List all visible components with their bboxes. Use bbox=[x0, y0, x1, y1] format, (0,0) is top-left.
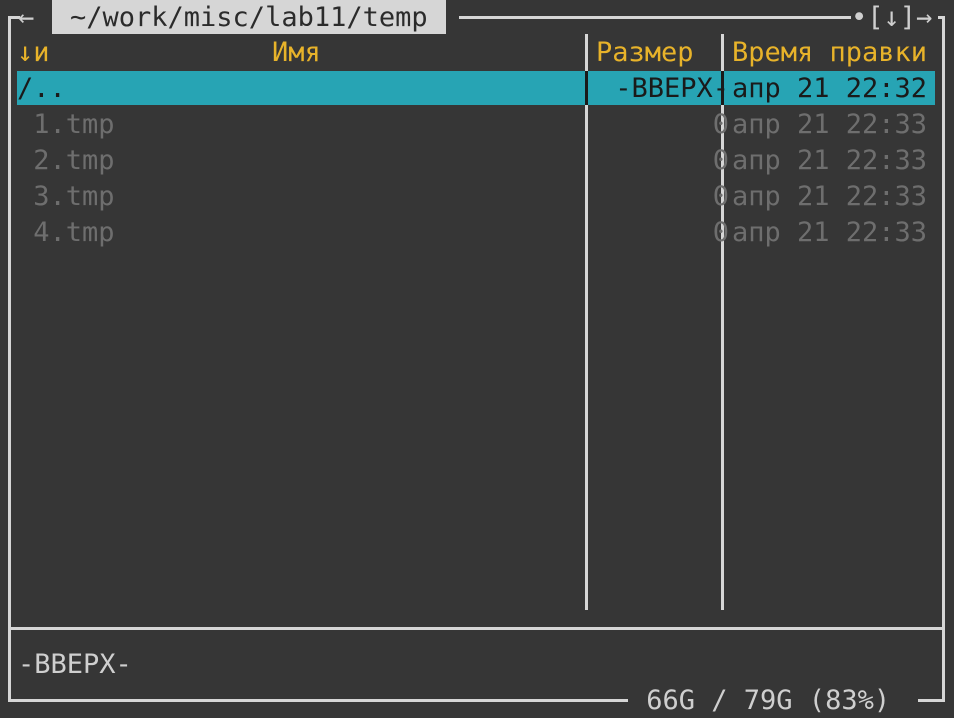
file-time: апр 21 22:32 bbox=[732, 73, 928, 104]
file-size: 0 bbox=[712, 145, 729, 176]
frame-bottom-left bbox=[8, 699, 628, 702]
frame-right bbox=[942, 16, 945, 702]
file-name: 2.tmp bbox=[17, 145, 115, 176]
back-arrow-icon[interactable]: ← bbox=[18, 0, 34, 36]
frame-top-mid bbox=[459, 16, 851, 19]
file-row[interactable]: /.. -ВВЕРХ- апр 21 22:32 bbox=[17, 71, 935, 107]
file-row[interactable]: 3.tmp 0 апр 21 22:33 bbox=[17, 179, 935, 215]
file-time: апр 21 22:33 bbox=[732, 181, 928, 212]
file-row[interactable]: 1.tmp 0 апр 21 22:33 bbox=[17, 107, 935, 143]
file-name: 3.tmp bbox=[17, 181, 115, 212]
file-time: апр 21 22:33 bbox=[732, 145, 928, 176]
file-time: апр 21 22:33 bbox=[732, 217, 928, 248]
panel-controls[interactable]: •[↓]→ bbox=[851, 0, 932, 36]
column-header-time[interactable]: Время правки bbox=[732, 35, 927, 71]
file-name: /.. bbox=[17, 73, 66, 104]
panel-path-title[interactable]: ~/work/misc/lab11/temp bbox=[52, 0, 446, 34]
disk-usage: 66G / 79G (83%) bbox=[630, 685, 907, 716]
frame-bottom-right bbox=[918, 699, 945, 702]
frame-left bbox=[8, 16, 11, 702]
file-row[interactable]: 4.tmp 0 апр 21 22:33 bbox=[17, 215, 935, 251]
file-size: 0 bbox=[712, 217, 729, 248]
file-name: 1.tmp bbox=[17, 109, 115, 140]
mini-status-info: -ВВЕРХ- bbox=[18, 649, 132, 680]
file-name: 4.tmp bbox=[17, 217, 115, 248]
file-size: 0 bbox=[712, 181, 729, 212]
column-header-name[interactable]: Имя bbox=[272, 35, 321, 71]
frame-divider bbox=[8, 627, 945, 630]
column-header-size[interactable]: Размер bbox=[596, 35, 694, 71]
file-size: -ВВЕРХ- bbox=[615, 73, 729, 104]
sort-indicator[interactable]: ↓и bbox=[17, 35, 50, 71]
file-size: 0 bbox=[712, 109, 729, 140]
file-time: апр 21 22:33 bbox=[732, 109, 928, 140]
file-row[interactable]: 2.tmp 0 апр 21 22:33 bbox=[17, 143, 935, 179]
